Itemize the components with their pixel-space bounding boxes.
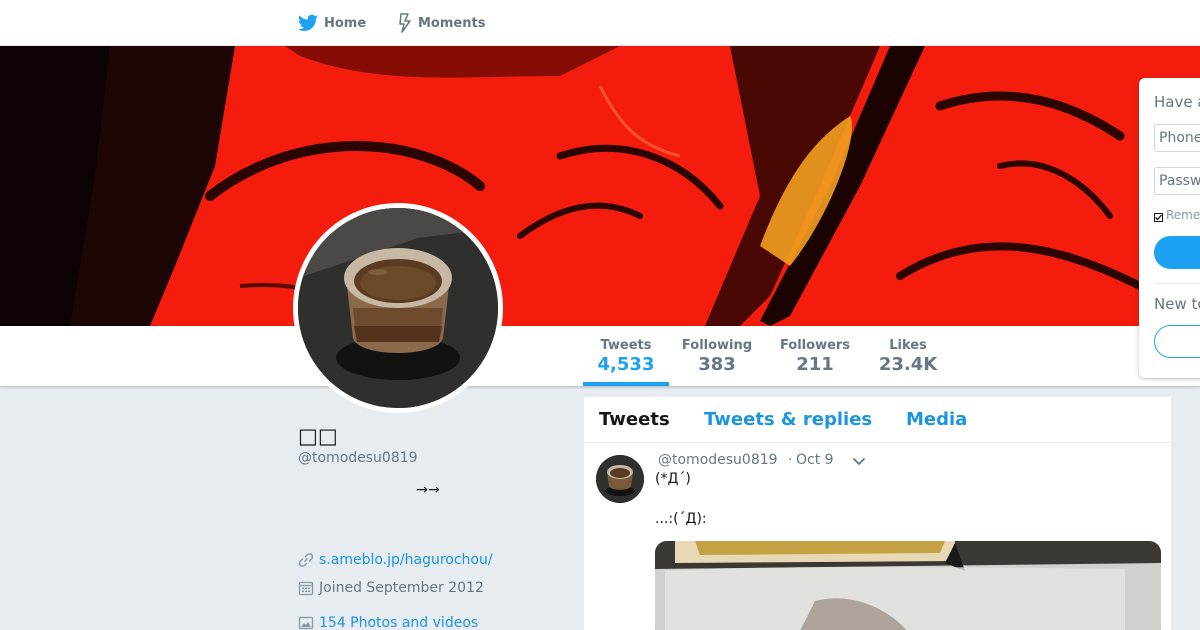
tweet-avatar[interactable] (596, 455, 644, 503)
tweet-menu-button[interactable] (851, 454, 867, 473)
remember-me-checkbox[interactable] (1154, 212, 1163, 222)
nav-moments-label: Moments (418, 15, 486, 31)
nav-home-label: Home (324, 15, 367, 31)
stat-likes-value: 23.4K (878, 354, 938, 375)
tweet-text-line-2: ...:(´Д): (655, 511, 707, 527)
tweet-media-image[interactable] (655, 541, 1161, 630)
remember-me-row: Reme (1154, 208, 1200, 222)
chevron-down-icon (853, 458, 865, 466)
stat-likes-label: Likes (889, 338, 927, 353)
login-card: Have a Reme New to (1139, 78, 1200, 378)
avatar-image (298, 208, 498, 408)
nav-home[interactable]: Home (298, 0, 366, 46)
stat-following[interactable]: Following 383 (679, 326, 755, 386)
profile-display-name: □□ (298, 424, 338, 448)
tab-tweets-and-replies[interactable]: Tweets & replies (704, 409, 872, 430)
stat-followers-value: 211 (796, 354, 834, 375)
stat-tweets[interactable]: Tweets 4,533 (583, 326, 669, 386)
remember-me-label: Reme (1166, 208, 1200, 222)
login-button[interactable] (1154, 236, 1200, 269)
login-title: Have a (1154, 93, 1200, 111)
new-to-twitter-text: New to (1154, 295, 1200, 313)
profile-avatar[interactable] (293, 203, 503, 413)
profile-url-row: s.ameblo.jp/hagurochou/ (298, 552, 493, 568)
stat-followers-label: Followers (779, 338, 851, 353)
tab-tweets[interactable]: Tweets (599, 409, 670, 430)
password-input[interactable] (1154, 167, 1200, 195)
profile-joined-row: Joined September 2012 (298, 580, 484, 596)
checkmark-icon (1155, 214, 1162, 220)
stat-followers[interactable]: Followers 211 (777, 326, 853, 386)
stat-likes[interactable]: Likes 23.4K (870, 326, 946, 386)
link-icon (298, 553, 314, 567)
top-navigation: Home Moments (0, 0, 1200, 46)
lightning-icon (399, 13, 411, 33)
profile-photos-link[interactable]: 154 Photos and videos (319, 615, 478, 630)
twitter-bird-icon (298, 14, 318, 31)
profile-joined-text: Joined September 2012 (319, 580, 484, 596)
stat-tweets-value: 4,533 (597, 354, 655, 375)
image-icon (298, 616, 314, 630)
profile-bio: →→ (416, 482, 440, 498)
timeline-tabs: Tweets Tweets & replies Media (584, 397, 1171, 443)
profile-stats-bar: Tweets 4,533 Following 383 Followers 211… (0, 326, 1200, 386)
tab-media[interactable]: Media (906, 409, 967, 430)
stat-following-label: Following (681, 338, 753, 353)
profile-photos-row: 154 Photos and videos (298, 615, 478, 630)
banner-image (0, 46, 1200, 326)
calendar-icon (298, 581, 314, 596)
stat-following-value: 383 (698, 354, 736, 375)
profile-banner (0, 46, 1200, 326)
tweet-separator: · (788, 452, 793, 468)
profile-screen-name[interactable]: @tomodesu0819 (298, 450, 418, 466)
stat-tweets-label: Tweets (600, 338, 652, 353)
profile-url-link[interactable]: s.ameblo.jp/hagurochou/ (319, 552, 493, 568)
phone-input[interactable] (1154, 124, 1200, 152)
signup-button[interactable] (1154, 325, 1200, 358)
nav-moments[interactable]: Moments (398, 0, 485, 46)
tweet-text-line-1: (*Д´) (655, 471, 691, 487)
tweet-timestamp[interactable]: Oct 9 (796, 452, 834, 468)
tweet-author-handle[interactable]: @tomodesu0819 (658, 452, 778, 468)
login-divider (1154, 283, 1200, 284)
